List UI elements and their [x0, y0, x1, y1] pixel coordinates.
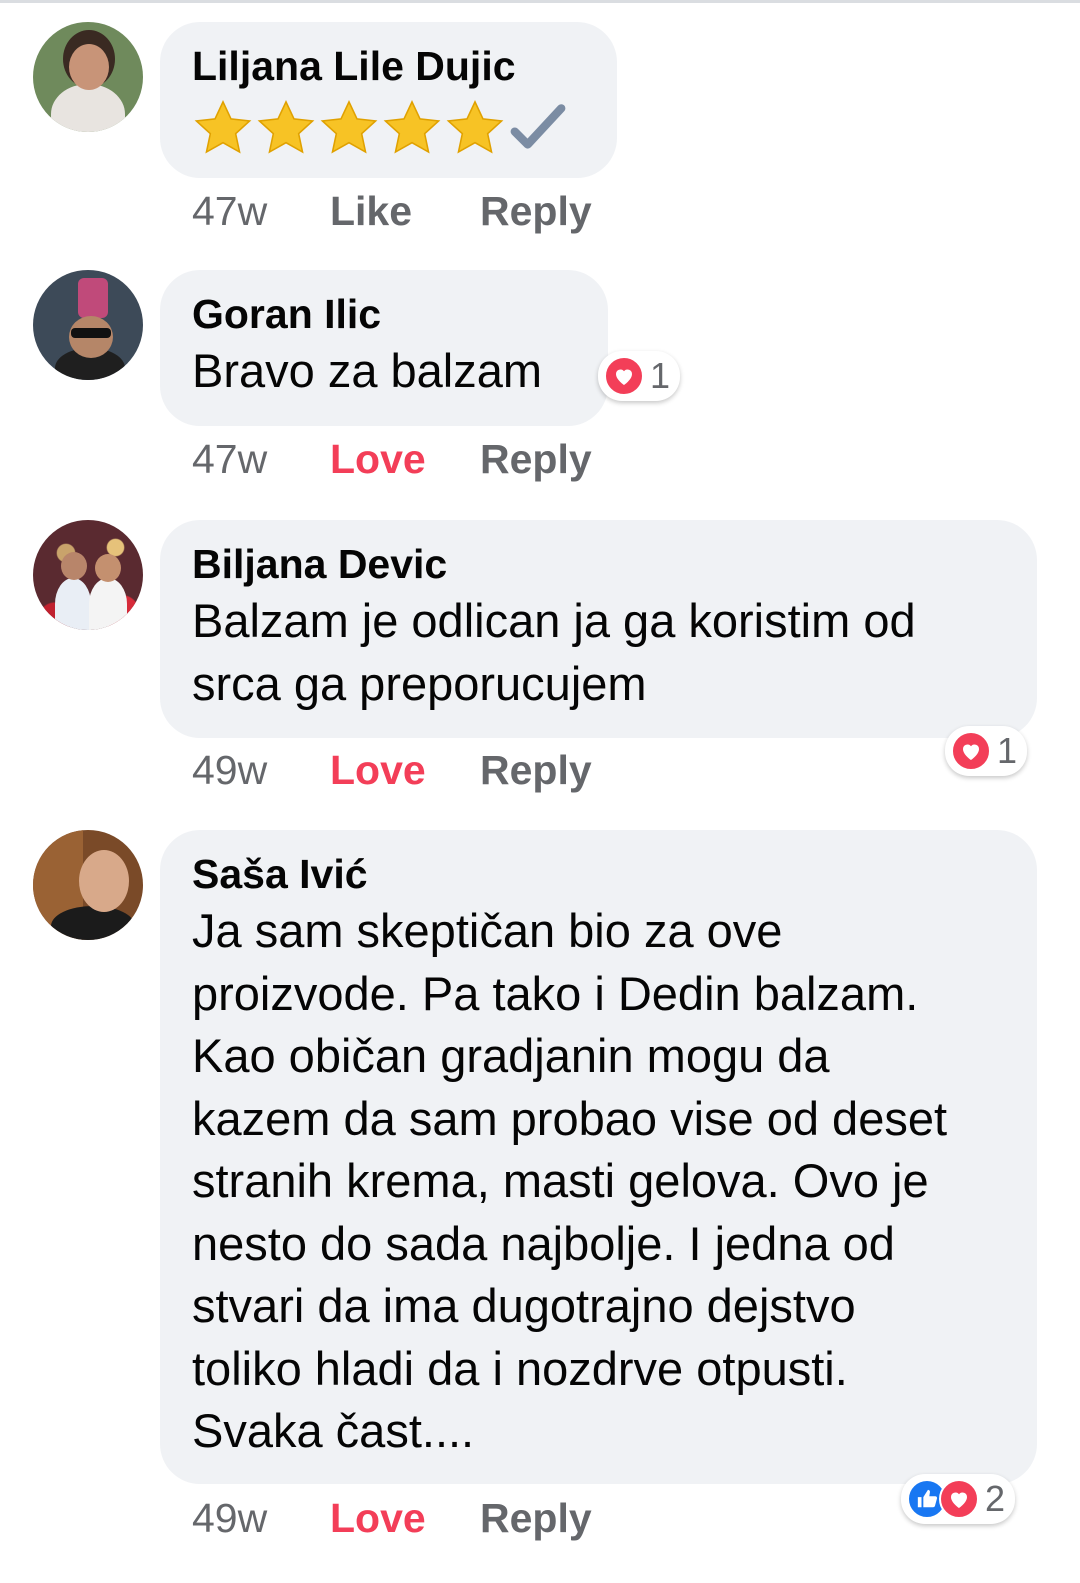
reply-button[interactable]: Reply — [480, 747, 592, 794]
rating-stars — [192, 94, 585, 164]
comment-author[interactable]: Saša Ivić — [192, 848, 1005, 900]
love-button[interactable]: Love — [330, 747, 480, 794]
reply-button[interactable]: Reply — [480, 436, 592, 483]
comment-author[interactable]: Biljana Devic — [192, 538, 1005, 590]
avatar[interactable] — [33, 520, 143, 630]
reply-button[interactable]: Reply — [480, 188, 592, 235]
comment-author[interactable]: Goran Ilic — [192, 288, 576, 340]
comment-text: Bravo za balzam — [192, 344, 543, 397]
heart-icon — [951, 731, 991, 771]
star-icon — [257, 100, 315, 154]
comment-text: Ja sam skeptičan bio za ove proizvode. P… — [192, 904, 948, 1457]
reaction-count: 1 — [650, 355, 671, 396]
comment-actions: 49w Love Reply — [192, 744, 592, 796]
reaction-count-badge[interactable]: 1 — [598, 351, 681, 401]
reaction-count-badge[interactable]: 1 — [945, 726, 1028, 776]
love-button[interactable]: Love — [330, 436, 480, 483]
comment-timestamp[interactable]: 49w — [192, 747, 330, 794]
comment-timestamp[interactable]: 47w — [192, 436, 330, 483]
avatar[interactable] — [33, 22, 143, 132]
reaction-count-badge[interactable]: 2 — [901, 1474, 1016, 1524]
reaction-count: 2 — [985, 1478, 1006, 1519]
comment-bubble: Liljana Lile Dujic — [160, 22, 617, 178]
heart-icon — [604, 356, 644, 396]
star-icon — [194, 100, 252, 154]
check-mark-icon — [510, 104, 566, 149]
comment-bubble: Goran Ilic Bravo za balzam — [160, 270, 608, 426]
love-button[interactable]: Love — [330, 1495, 480, 1542]
comment-bubble: Saša Ivić Ja sam skeptičan bio za ove pr… — [160, 830, 1037, 1484]
avatar[interactable] — [33, 830, 143, 940]
heart-icon — [939, 1479, 979, 1519]
avatar[interactable] — [33, 270, 143, 380]
comment-timestamp[interactable]: 49w — [192, 1495, 330, 1542]
comment-actions: 47w Like Reply — [192, 185, 592, 237]
reaction-count: 1 — [997, 730, 1018, 771]
comment-text: Balzam je odlican ja ga koristim od srca… — [192, 594, 916, 710]
reply-button[interactable]: Reply — [480, 1495, 592, 1542]
comment-bubble: Biljana Devic Balzam je odlican ja ga ko… — [160, 520, 1037, 738]
comment-timestamp[interactable]: 47w — [192, 188, 330, 235]
star-icon — [446, 100, 504, 154]
top-divider — [0, 0, 1080, 3]
star-icon — [320, 100, 378, 154]
star-icon — [383, 100, 441, 154]
like-button[interactable]: Like — [330, 188, 480, 235]
comment-actions: 47w Love Reply — [192, 433, 592, 485]
comment-author[interactable]: Liljana Lile Dujic — [192, 40, 585, 92]
comment-actions: 49w Love Reply — [192, 1492, 592, 1544]
